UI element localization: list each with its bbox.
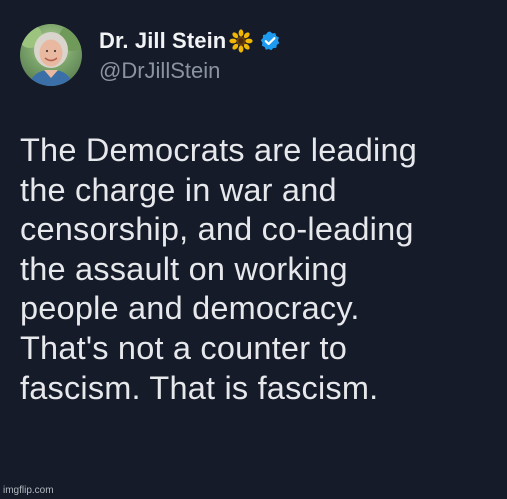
watermark: imgflip.com — [3, 485, 54, 496]
author-handle[interactable]: @DrJillStein — [99, 58, 281, 84]
tweet-text-line: That's not a counter to — [20, 329, 347, 366]
sunflower-icon — [229, 29, 253, 53]
tweet-text-line: censorship, and co-leading — [20, 211, 414, 248]
author-names: Dr. Jill Stein @DrJillStein — [99, 26, 281, 84]
tweet-header: Dr. Jill Stein @DrJillStein — [20, 20, 281, 90]
display-name-row: Dr. Jill Stein — [99, 26, 281, 56]
tweet-text-line: the assault on working — [20, 250, 348, 287]
avatar[interactable] — [20, 24, 82, 86]
tweet-text-line: people and democracy. — [20, 290, 360, 327]
tweet-text-line: The Democrats are leading — [20, 132, 417, 168]
tweet-card: Dr. Jill Stein @DrJillStein The Democrat… — [0, 0, 507, 499]
tweet-text-line: fascism. That is fascism. — [20, 369, 379, 406]
tweet-text: The Democrats are leading the charge in … — [20, 131, 500, 408]
display-name[interactable]: Dr. Jill Stein — [99, 28, 226, 54]
verified-badge-icon — [259, 30, 281, 52]
tweet-text-line: the charge in war and — [20, 171, 337, 208]
avatar-portrait-icon — [20, 24, 82, 86]
